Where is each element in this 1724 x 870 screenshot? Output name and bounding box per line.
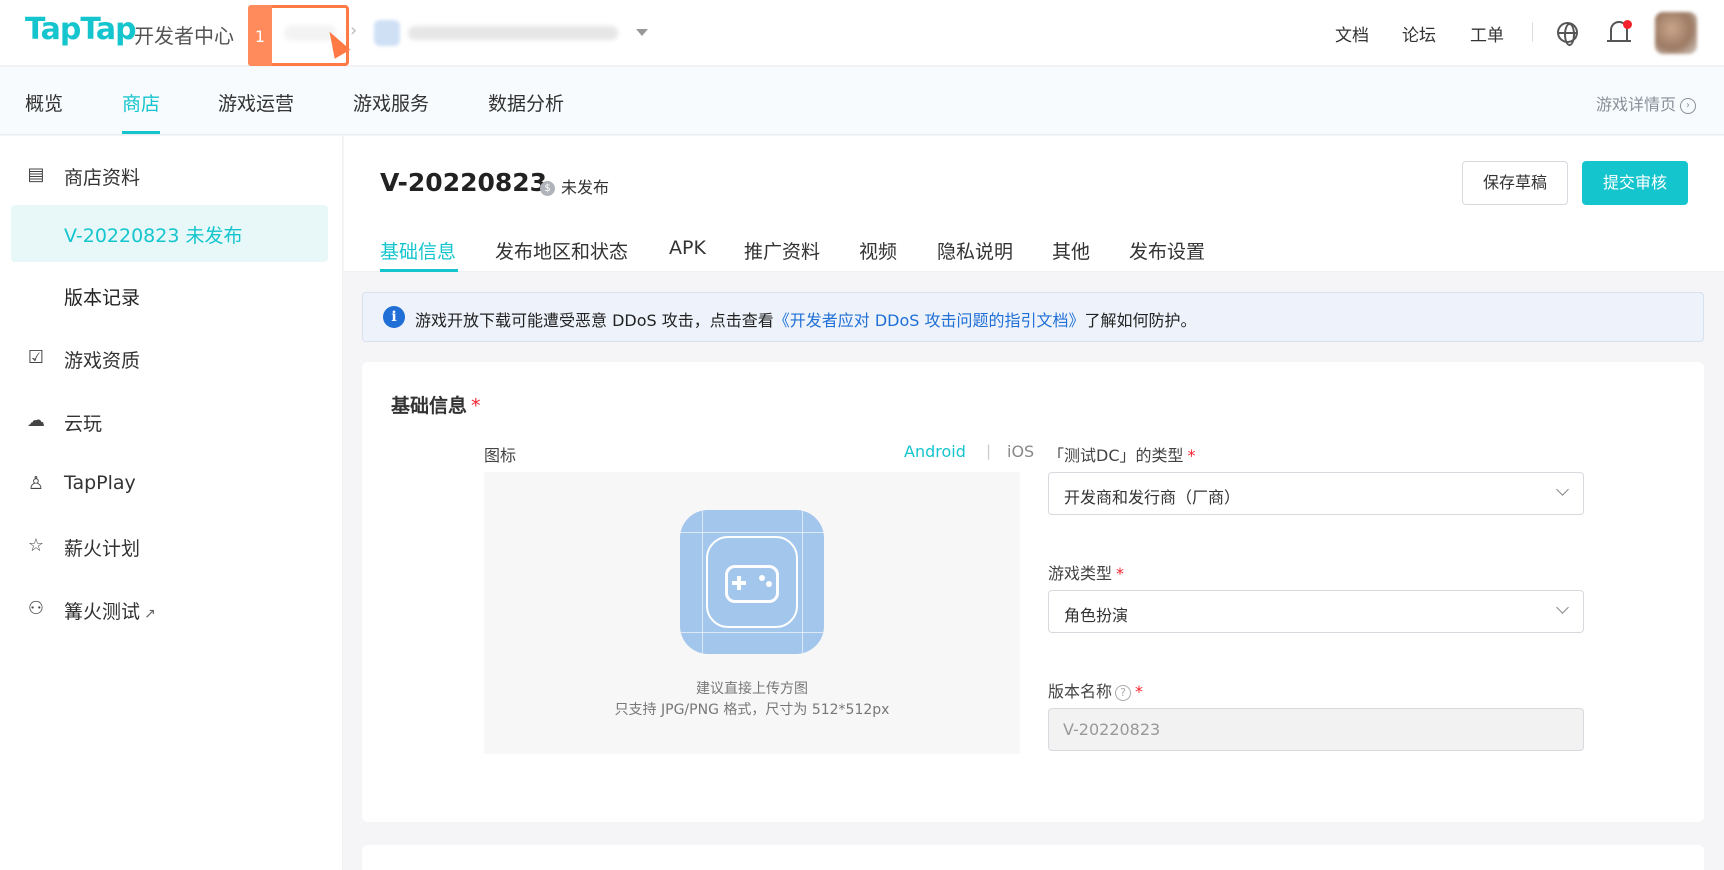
unpublished-icon: $ <box>540 181 555 196</box>
game-name-blurred[interactable] <box>408 26 618 40</box>
chevron-right-icon: › <box>350 20 358 41</box>
sidebar-item-label: TapPlay <box>64 472 136 494</box>
sidebar-item-cloud-play[interactable]: ☁ 云玩 <box>0 401 343 441</box>
status-badge: $ 未发布 <box>540 174 609 198</box>
select-value: 开发商和发行商（厂商） <box>1064 488 1241 507</box>
clipboard-check-icon: ☑ <box>27 347 45 368</box>
chevron-circle-right-icon: › <box>1680 97 1696 114</box>
store-icon: ▤ <box>27 164 45 185</box>
next-section-card <box>362 845 1704 870</box>
users-icon: ⚇ <box>27 598 45 619</box>
chevron-down-icon <box>1556 601 1569 614</box>
ddos-guide-link[interactable]: 《开发者应对 DDoS 攻击问题的指引文档》 <box>774 311 1085 330</box>
tab-release-region[interactable]: 发布地区和状态 <box>495 237 628 264</box>
notice-text-tail: 了解如何防护。 <box>1084 311 1197 330</box>
nav-game-services[interactable]: 游戏服务 <box>353 89 429 116</box>
upload-hint: 建议直接上传方图 <box>696 681 808 697</box>
sidebar-item-version-history[interactable]: 版本记录 <box>11 267 328 324</box>
tab-apk[interactable]: APK <box>669 237 706 259</box>
required-mark: * <box>1135 682 1144 701</box>
submit-review-button[interactable]: 提交审核 <box>1582 161 1688 205</box>
icon-field-label: 图标 <box>484 446 517 465</box>
page-title: V-20220823 <box>380 168 548 197</box>
sidebar-item-store-info[interactable]: ▤ 商店资料 <box>0 155 343 195</box>
cloud-icon: ☁ <box>27 410 45 431</box>
developer-type-label: 「测试DC」的类型 * <box>1048 446 1196 465</box>
tab-release-settings[interactable]: 发布设置 <box>1129 237 1205 264</box>
tapplay-icon: ♙ <box>27 473 45 494</box>
divider <box>1532 22 1533 42</box>
version-name-label: 版本名称? * <box>1048 682 1144 701</box>
highlight-step-badge: 1 <box>248 5 272 66</box>
game-detail-link[interactable]: 游戏详情页 › <box>1596 91 1696 115</box>
sidebar-item-label: 篝火测试 <box>64 601 141 623</box>
info-icon: i <box>383 306 405 328</box>
nav-data-analysis[interactable]: 数据分析 <box>488 89 564 116</box>
save-draft-button[interactable]: 保存草稿 <box>1462 161 1568 205</box>
select-value: 角色扮演 <box>1064 606 1129 625</box>
tab-other[interactable]: 其他 <box>1052 237 1090 264</box>
game-detail-label: 游戏详情页 <box>1595 95 1676 114</box>
required-mark: * <box>1116 564 1125 583</box>
genre-label: 游戏类型 * <box>1048 564 1125 583</box>
sidebar: ▤ 商店资料 V-20220823 未发布 版本记录 ☑ 游戏资质 ☁ 云玩 ♙… <box>0 136 343 870</box>
sidebar-item-xinhuo-plan[interactable]: ☆ 薪火计划 <box>0 526 343 566</box>
star-icon: ☆ <box>27 535 45 556</box>
help-icon[interactable]: ? <box>1115 684 1132 701</box>
tab-promo-materials[interactable]: 推广资料 <box>744 237 820 264</box>
docs-link[interactable]: 文档 <box>1335 21 1369 46</box>
gamepad-placeholder-icon <box>680 510 824 654</box>
external-link-icon: ↗ <box>144 606 156 622</box>
version-name-value: V-20220823 <box>1063 720 1161 739</box>
taptap-logo[interactable]: TapTap <box>25 12 137 47</box>
platform-android-toggle[interactable]: Android <box>904 442 966 461</box>
tab-active-indicator <box>380 269 458 272</box>
sidebar-item-label: 薪火计划 <box>64 538 141 560</box>
top-bar: TapTap 开发者中心 1 › 文档 论坛 工单 <box>0 0 1724 66</box>
tab-basic-info[interactable]: 基础信息 <box>380 237 456 264</box>
sidebar-item-bonfire-test[interactable]: ⚇ 篝火测试 ↗ <box>0 589 343 629</box>
version-name-field: V-20220823 <box>1048 708 1584 751</box>
version-header: V-20220823 $ 未发布 保存草稿 提交审核 基础信息 发布地区和状态 A… <box>344 136 1724 272</box>
ddos-notice: i 游戏开放下载可能遭受恶意 DDoS 攻击，点击查看《开发者应对 DDoS 攻… <box>362 292 1704 342</box>
globe-icon[interactable] <box>1557 22 1578 46</box>
tab-video[interactable]: 视频 <box>859 237 897 264</box>
ticket-link[interactable]: 工单 <box>1470 21 1504 46</box>
game-icon-blurred[interactable] <box>374 20 400 46</box>
nav-active-indicator <box>122 131 160 134</box>
required-mark: * <box>471 395 481 417</box>
forum-link[interactable]: 论坛 <box>1402 21 1436 46</box>
basic-info-card: 基础信息 * 图标 Android | iOS 建议直接上传方图 只支持 JPG/… <box>362 362 1704 822</box>
nav-store[interactable]: 商店 <box>122 89 160 116</box>
status-text: 未发布 <box>561 178 610 197</box>
section-title: 基础信息 * <box>391 395 481 417</box>
required-mark: * <box>1187 446 1196 465</box>
platform-ios-toggle[interactable]: iOS <box>1007 442 1034 461</box>
tab-privacy[interactable]: 隐私说明 <box>937 237 1013 264</box>
sidebar-item-label: 云玩 <box>64 413 103 435</box>
sidebar-item-current-version[interactable]: V-20220823 未发布 <box>11 205 328 262</box>
nav-overview[interactable]: 概览 <box>25 89 63 116</box>
sidebar-item-tapplay[interactable]: ♙ TapPlay <box>0 464 343 504</box>
main-nav: 概览 商店 游戏运营 游戏服务 数据分析 游戏详情页 › <box>0 67 1724 135</box>
main-content: V-20220823 $ 未发布 保存草稿 提交审核 基础信息 发布地区和状态 A… <box>344 136 1724 870</box>
developer-type-select[interactable]: 开发商和发行商（厂商） <box>1048 472 1584 515</box>
sidebar-item-label: 游戏资质 <box>64 350 141 372</box>
avatar[interactable] <box>1655 12 1697 54</box>
sidebar-item-label: V-20220823 未发布 <box>64 225 243 247</box>
icon-upload-area[interactable]: 建议直接上传方图 只支持 JPG/PNG 格式，尺寸为 512*512px <box>484 472 1020 754</box>
bell-icon-base <box>1607 40 1631 42</box>
upload-format-hint: 只支持 JPG/PNG 格式，尺寸为 512*512px <box>614 702 890 718</box>
caret-down-icon[interactable] <box>636 29 648 36</box>
notification-dot <box>1623 20 1632 29</box>
nav-game-ops[interactable]: 游戏运营 <box>218 89 294 116</box>
sidebar-item-label: 版本记录 <box>64 287 141 309</box>
developer-center-title: 开发者中心 <box>134 24 234 48</box>
notice-text: 游戏开放下载可能遭受恶意 DDoS 攻击，点击查看 <box>415 311 774 330</box>
genre-select[interactable]: 角色扮演 <box>1048 590 1584 633</box>
sidebar-item-game-qualification[interactable]: ☑ 游戏资质 <box>0 338 343 378</box>
sidebar-item-label: 商店资料 <box>64 167 141 189</box>
chevron-down-icon <box>1556 483 1569 496</box>
platform-divider: | <box>986 442 992 460</box>
